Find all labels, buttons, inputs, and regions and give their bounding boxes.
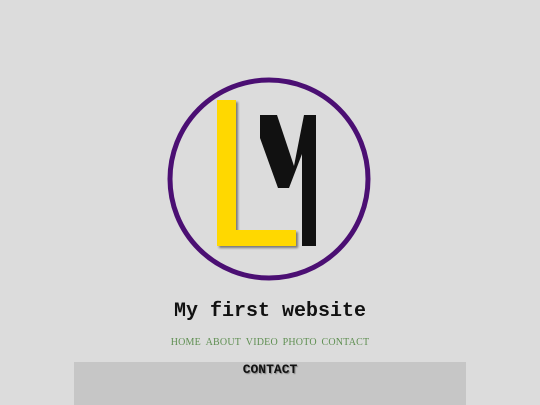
contact-section: CONTACT — [74, 362, 466, 405]
nav-video-link[interactable]: VIDEO — [246, 337, 278, 348]
site-logo — [166, 76, 372, 282]
nav-contact-link[interactable]: CONTACT — [321, 337, 369, 348]
nav-photo-link[interactable]: PHOTO — [283, 337, 317, 348]
nav-home-link[interactable]: HOME — [171, 337, 201, 348]
section-title: CONTACT — [242, 362, 298, 377]
main-nav: HOME ABOUT VIDEO PHOTO CONTACT — [0, 336, 540, 350]
nav-about-link[interactable]: ABOUT — [206, 337, 241, 348]
site-title: My first website — [173, 300, 367, 323]
lm-monogram-icon — [167, 77, 371, 281]
